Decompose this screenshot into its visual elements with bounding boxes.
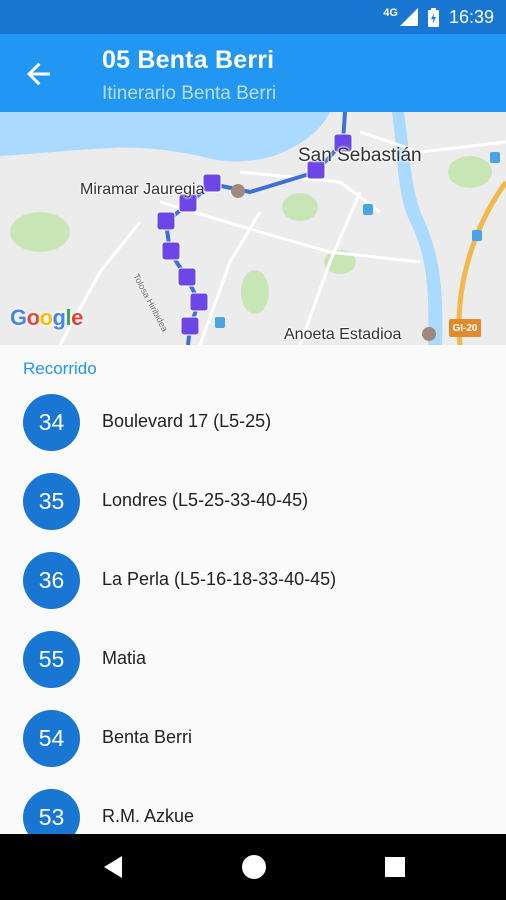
stop-name: Matia	[102, 648, 147, 668]
list-item[interactable]: 36 La Perla (L5-16-18-33-40-45)	[0, 540, 506, 619]
bus-stop-marker[interactable]	[202, 173, 222, 193]
app-root: 4G 16:39 05 Benta Berri Itinerario Benta…	[0, 0, 506, 900]
list-item[interactable]: 54 Benta Berri	[0, 698, 506, 777]
clock: 16:39	[448, 6, 494, 27]
stop-number-badge: 36	[23, 552, 80, 609]
road-sign-badge: GI-20	[449, 319, 481, 337]
bus-stop-marker[interactable]	[177, 267, 197, 287]
system-nav-bar	[0, 834, 506, 900]
list-item[interactable]: 35 Londres (L5-25-33-40-45)	[0, 461, 506, 540]
stop-name: Boulevard 17 (L5-25)	[102, 411, 272, 431]
page-title: 05 Benta Berri	[102, 46, 275, 74]
bus-stop-marker[interactable]	[189, 292, 209, 312]
stop-number-badge: 55	[23, 631, 80, 688]
signal-icon	[399, 8, 418, 26]
stop-number-badge: 54	[23, 710, 80, 767]
stop-name: R.M. Azkue	[102, 806, 195, 826]
route-stop-list[interactable]: Recorrido 34 Boulevard 17 (L5-25) 35 Lon…	[0, 345, 506, 834]
battery-charging-icon	[427, 7, 439, 27]
triangle-back-icon[interactable]	[100, 854, 126, 880]
google-logo: Google	[10, 305, 83, 330]
route-map[interactable]: San Sebastián Miramar Jauregia Anoeta Es…	[0, 112, 506, 345]
bus-stop-marker[interactable]	[156, 211, 176, 231]
app-bar: 05 Benta Berri Itinerario Benta Berri	[0, 34, 506, 112]
park-area	[282, 193, 318, 221]
map-label-stadium: Anoeta Estadioa	[284, 326, 402, 343]
map-label-city: San Sebastián	[298, 145, 422, 166]
circle-home-icon[interactable]	[241, 854, 267, 880]
poi-icon	[231, 184, 245, 198]
stop-number-badge: 53	[23, 789, 80, 834]
stop-number-badge: 34	[23, 394, 80, 451]
square-recents-icon[interactable]	[382, 854, 408, 880]
list-item[interactable]: 53 R.M. Azkue	[0, 777, 506, 834]
park-area	[10, 212, 70, 252]
page-subtitle: Itinerario Benta Berri	[102, 83, 277, 104]
stadium-poi-icon	[422, 327, 436, 341]
bus-stop-marker[interactable]	[180, 316, 200, 336]
park-area	[241, 270, 269, 314]
map-label-miramar: Miramar Jauregia	[80, 181, 205, 198]
list-item[interactable]: 34 Boulevard 17 (L5-25)	[0, 382, 506, 461]
bus-stop-marker[interactable]	[161, 241, 181, 261]
list-item[interactable]: 55 Matia	[0, 619, 506, 698]
status-bar: 4G 16:39	[0, 0, 506, 34]
bay-water	[0, 112, 330, 162]
stop-number-badge: 35	[23, 473, 80, 530]
stop-name: Londres (L5-25-33-40-45)	[102, 490, 309, 510]
stop-name: La Perla (L5-16-18-33-40-45)	[102, 569, 337, 589]
section-header: Recorrido	[23, 359, 97, 378]
network-type: 4G	[383, 7, 398, 19]
park-area	[448, 156, 492, 188]
stop-name: Benta Berri	[102, 727, 193, 747]
back-arrow-icon[interactable]	[24, 59, 54, 89]
